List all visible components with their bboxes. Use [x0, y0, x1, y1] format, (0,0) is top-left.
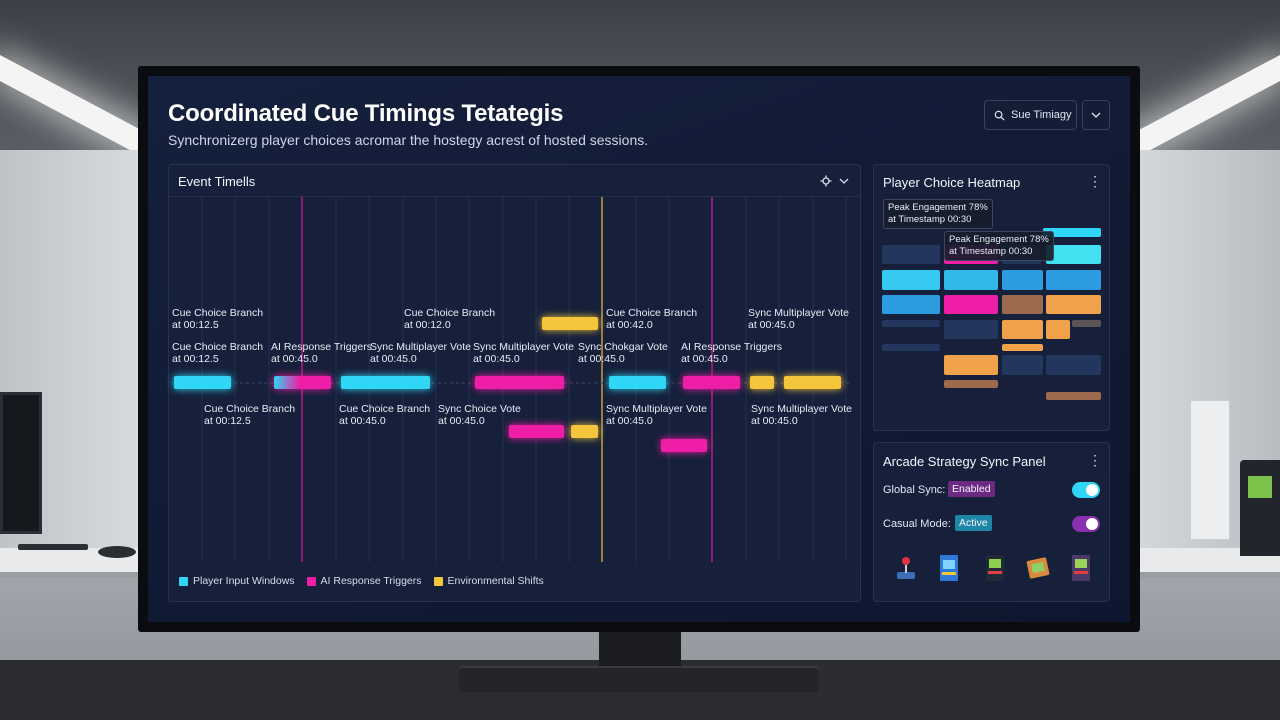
- environmental-shift-bar[interactable]: [542, 317, 598, 330]
- heatmap-cell[interactable]: [882, 295, 940, 314]
- timeline-cue-label: Sync Multiplayer Vote at 00:45.0: [748, 307, 849, 331]
- sync-panel-title: Arcade Strategy Sync Panel: [883, 454, 1046, 469]
- heatmap-cell[interactable]: [882, 344, 940, 351]
- heatmap-cell[interactable]: [944, 355, 998, 375]
- timeline-cue-label: Cue Choice Branch at 00:12.5: [172, 341, 264, 365]
- more-options-icon[interactable]: ⋮: [1088, 174, 1102, 188]
- search-icon: [994, 110, 1005, 121]
- search-button[interactable]: Sue Timiagy: [984, 100, 1077, 130]
- background-arcade-cabinet: [1240, 460, 1280, 556]
- legend-label: Player Input Windows: [193, 575, 295, 587]
- monitor-stand-base: [459, 666, 819, 692]
- heatmap-cell[interactable]: [1002, 295, 1043, 314]
- heatmap-tooltip: Peak Engagement 78% at Timestamp 00:30: [944, 231, 1054, 261]
- timeline-cue-label: Sync Multiplayer Vote at 00:45.0: [473, 341, 574, 365]
- legend-item-player-input: Player Input Windows: [179, 575, 295, 587]
- event-timeline-panel: Event Timells Cue Choice Branch at 00:12…: [168, 164, 861, 602]
- chevron-down-icon[interactable]: [839, 178, 849, 184]
- heatmap-tooltip: Peak Engagement 78% at Timestamp 00:30: [883, 199, 993, 229]
- timeline-cue-label: Cue Choice Branch at 00:12.5: [204, 403, 296, 427]
- arcade-cabinet-icon[interactable]: [984, 554, 1006, 582]
- legend-item-environmental: Environmental Shifts: [433, 575, 544, 587]
- heatmap-cell[interactable]: [1046, 355, 1101, 375]
- timeline-cue-label: Sync Multiplayer Vote at 00:45.0: [751, 403, 852, 427]
- casual-mode-toggle[interactable]: [1072, 516, 1100, 532]
- timeline-cue-label: Cue Choice Branch at 00:45.0: [339, 403, 431, 427]
- background-panel: [1190, 400, 1230, 540]
- search-button-label: Sue Timiagy: [1011, 109, 1072, 121]
- desk-left: [0, 548, 160, 578]
- player-input-window-bar[interactable]: [341, 376, 430, 389]
- chevron-down-icon: [1091, 112, 1101, 118]
- timeline-cue-label: Sync Multiplayer Vote at 00:45.0: [606, 403, 707, 427]
- timeline-cue-label: AI Response Triggers at 00:45.0: [271, 341, 372, 365]
- global-sync-status-badge: Enabled: [948, 481, 995, 497]
- legend-item-ai-response: AI Response Triggers: [306, 575, 422, 587]
- heatmap-cell[interactable]: [944, 270, 998, 290]
- joystick-icon[interactable]: [894, 555, 918, 581]
- ai-response-trigger-bar[interactable]: [475, 376, 564, 389]
- arcade-cabinet-icon[interactable]: [938, 554, 960, 582]
- heatmap-title: Player Choice Heatmap: [883, 175, 1021, 190]
- heatmap-cell[interactable]: [944, 295, 998, 314]
- heatmap-cell[interactable]: [944, 380, 998, 388]
- player-input-window-bar[interactable]: [609, 376, 666, 389]
- environmental-shift-bar[interactable]: [750, 376, 774, 389]
- header-dropdown-button[interactable]: [1082, 100, 1110, 130]
- player-choice-heatmap-panel: Player Choice Heatmap ⋮ Peak Engagement …: [873, 164, 1110, 431]
- heatmap-cell[interactable]: [882, 245, 940, 264]
- timeline-cue-label: Sync Chokgar Vote at 00:45.0: [578, 341, 668, 365]
- timeline-cue-label: Cue Choice Branch at 00:42.0: [606, 307, 698, 331]
- background-mouse: [98, 546, 136, 558]
- timeline-cue-label: AI Response Triggers at 00:45.0: [681, 341, 782, 365]
- ai-response-trigger-bar[interactable]: [683, 376, 740, 389]
- arcade-cabinet-icon[interactable]: [1070, 554, 1092, 582]
- heatmap-cell[interactable]: [1072, 320, 1101, 327]
- player-input-window-bar[interactable]: [174, 376, 231, 389]
- environmental-shift-bar[interactable]: [571, 425, 598, 438]
- game-cartridge-icon[interactable]: [1026, 556, 1050, 580]
- page-title: Coordinated Cue Timings Tetategis: [168, 100, 564, 127]
- legend-swatch: [433, 576, 443, 586]
- timeline-cue-label: Sync Multiplayer Vote at 00:45.0: [370, 341, 471, 365]
- ai-response-trigger-bar[interactable]: [661, 439, 707, 452]
- heatmap-cell[interactable]: [944, 320, 998, 339]
- heatmap-cell[interactable]: [1002, 344, 1043, 351]
- background-keyboard: [18, 544, 88, 550]
- ai-response-trigger-bar[interactable]: [274, 376, 331, 389]
- timeline-cue-label: Cue Choice Branch at 00:12.5: [172, 307, 264, 331]
- heatmap-cell[interactable]: [1046, 320, 1070, 339]
- casual-mode-label: Casual Mode:: [883, 518, 951, 530]
- heatmap-cell[interactable]: [882, 270, 940, 290]
- timeline-cue-label: Cue Choice Branch at 00:12.0: [404, 307, 496, 331]
- heatmap-cell[interactable]: [1002, 355, 1043, 375]
- timeline-legend: Player Input Windows AI Response Trigger…: [179, 575, 544, 587]
- page-subtitle: Synchronizerg player choices acromar the…: [168, 132, 649, 148]
- legend-label: Environmental Shifts: [447, 575, 544, 587]
- heatmap-cell[interactable]: [882, 320, 940, 327]
- more-options-icon[interactable]: ⋮: [1088, 453, 1102, 467]
- heatmap-cell[interactable]: [1046, 295, 1101, 314]
- background-monitor: [0, 392, 42, 534]
- settings-icon[interactable]: [820, 175, 832, 187]
- environmental-shift-bar[interactable]: [784, 376, 841, 389]
- heatmap-cell[interactable]: [1046, 392, 1101, 400]
- casual-mode-status-badge: Active: [955, 515, 992, 531]
- monitor-screen: Coordinated Cue Timings Tetategis Synchr…: [148, 76, 1130, 622]
- global-sync-label: Global Sync:: [883, 484, 946, 496]
- legend-swatch: [179, 576, 188, 586]
- global-sync-toggle[interactable]: [1072, 482, 1100, 498]
- heatmap-cell[interactable]: [1002, 270, 1043, 290]
- heatmap-cell[interactable]: [1046, 245, 1101, 264]
- legend-label: AI Response Triggers: [320, 575, 422, 587]
- legend-swatch: [306, 576, 316, 586]
- arcade-strategy-sync-panel: Arcade Strategy Sync Panel ⋮ Global Sync…: [873, 442, 1110, 602]
- heatmap-cell[interactable]: [1046, 270, 1101, 290]
- timeline-title: Event Timells: [178, 174, 256, 189]
- heatmap-cell[interactable]: [1002, 320, 1043, 339]
- timeline-cue-label: Sync Choice Vote at 00:45.0: [438, 403, 521, 427]
